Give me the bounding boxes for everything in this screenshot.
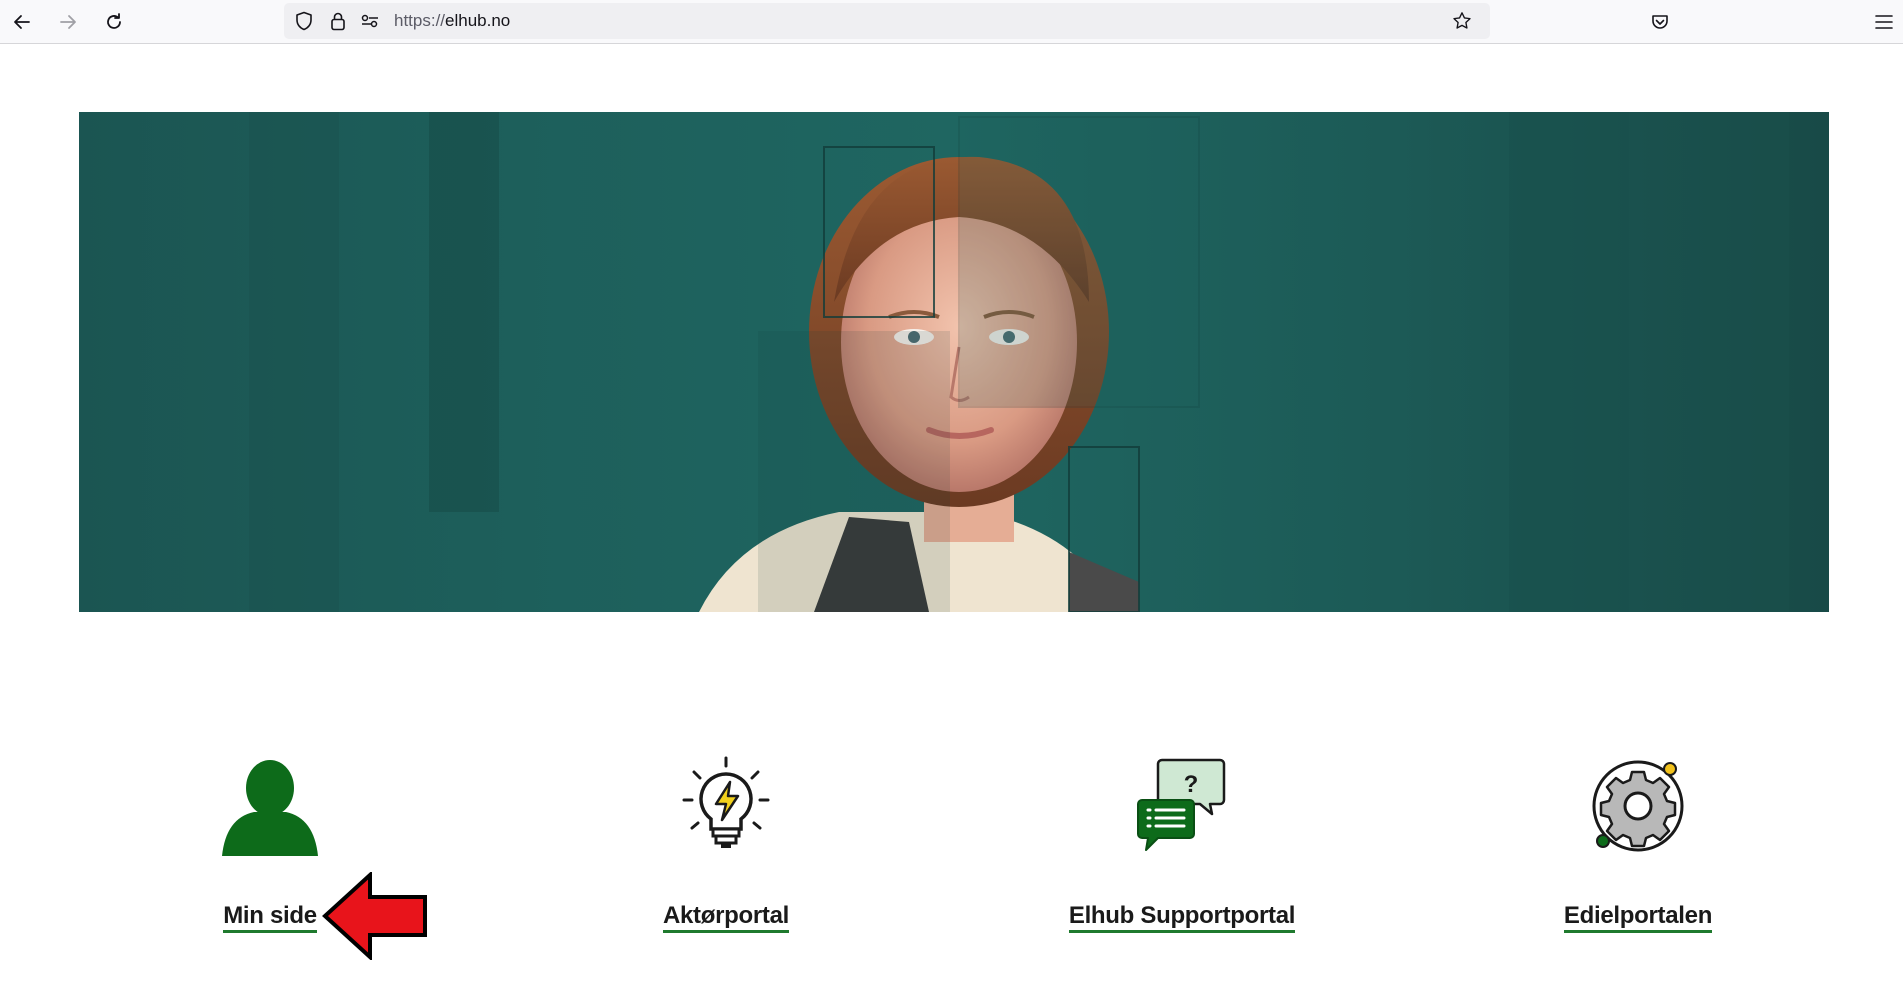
arrow-left-icon[interactable]	[6, 6, 38, 38]
elhub-supportportal-link[interactable]: Elhub Supportportal	[1068, 902, 1295, 933]
portal-tile-elhub-supportportal[interactable]: ? Elhub Supportportal	[1052, 756, 1312, 946]
address-bar[interactable]: https://elhub.no	[284, 3, 1490, 39]
edielportalen-link[interactable]: Edielportalen	[1563, 902, 1712, 933]
min-side-link[interactable]: Min side	[223, 902, 317, 933]
svg-text:?: ?	[1184, 771, 1199, 798]
star-icon[interactable]	[1452, 11, 1472, 31]
portal-label-container: Elhub Supportportal	[1052, 902, 1312, 933]
portal-label-container: Edielportalen	[1508, 902, 1768, 933]
permissions-icon[interactable]	[360, 11, 380, 31]
hamburger-menu-icon[interactable]	[1868, 6, 1900, 38]
portrait-collage-image	[79, 112, 1829, 612]
portal-tile-aktorportal[interactable]: Aktørportal	[596, 756, 856, 946]
browser-toolbar: https://elhub.no	[0, 0, 1903, 44]
reload-icon[interactable]	[98, 6, 130, 38]
portal-tile-edielportalen[interactable]: Edielportalen	[1508, 756, 1768, 946]
shield-icon[interactable]	[294, 11, 314, 31]
chat-question-icon[interactable]: ?	[1132, 756, 1232, 856]
lightbulb-bolt-icon[interactable]	[676, 756, 776, 856]
red-arrow-icon	[322, 870, 428, 962]
aktorportal-link[interactable]: Aktørportal	[662, 902, 789, 933]
portal-label-container: Aktørportal	[596, 902, 856, 933]
gear-icon[interactable]	[1588, 756, 1688, 856]
lock-icon[interactable]	[328, 11, 348, 31]
url-protocol: https://	[394, 11, 446, 30]
hero-artwork	[249, 112, 1789, 612]
pocket-icon[interactable]	[1644, 6, 1676, 38]
arrow-right-icon[interactable]	[52, 6, 84, 38]
person-icon[interactable]	[220, 756, 320, 856]
url-host: elhub.no	[445, 11, 511, 30]
url-text[interactable]: https://elhub.no	[394, 3, 510, 39]
